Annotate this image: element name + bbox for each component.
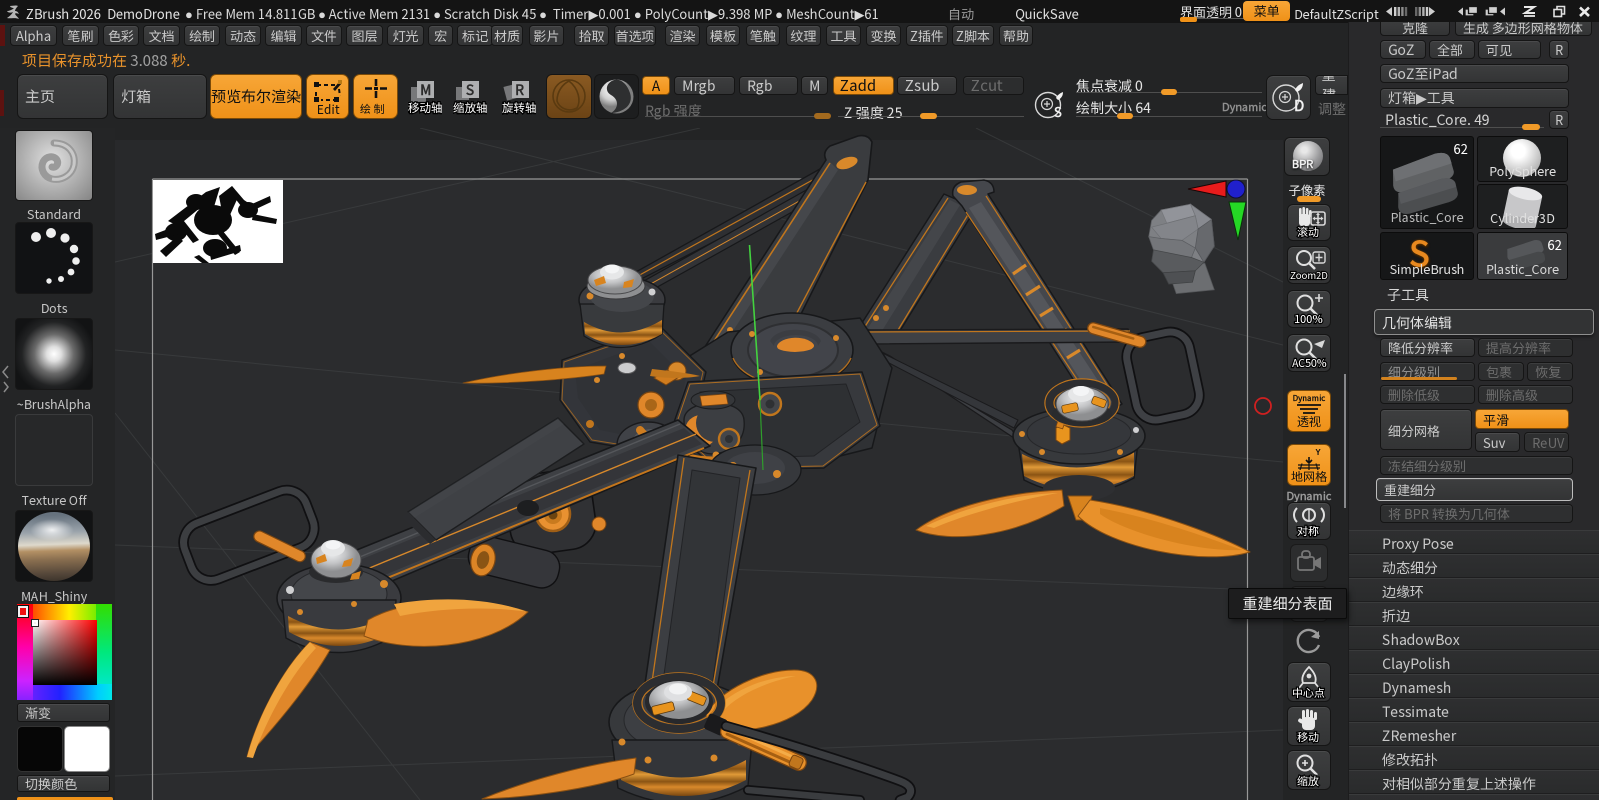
svg-text:中心点: 中心点 [1292, 685, 1325, 701]
svg-text:滚动: 滚动 [1297, 224, 1320, 240]
svg-text:AC50%: AC50% [1292, 356, 1326, 371]
svg-text:100%: 100% [1294, 311, 1322, 327]
svg-text:缩放轴: 缩放轴 [453, 100, 487, 115]
svg-text:旋转轴: 旋转轴 [502, 100, 536, 115]
svg-text:S: S [465, 80, 474, 100]
svg-text:D: D [1294, 95, 1305, 116]
svg-text:Edit: Edit [317, 101, 339, 117]
svg-text:缩放: 缩放 [1297, 773, 1320, 789]
svg-text:S: S [1054, 102, 1062, 121]
svg-text:Zoom2D: Zoom2D [1290, 268, 1328, 282]
svg-text:绘 制: 绘 制 [360, 101, 384, 117]
svg-text:M: M [420, 80, 431, 100]
svg-text:移动轴: 移动轴 [408, 100, 442, 115]
svg-text:对称: 对称 [1297, 523, 1319, 539]
svg-text:移动: 移动 [1297, 729, 1320, 745]
svg-text:R: R [515, 80, 525, 100]
